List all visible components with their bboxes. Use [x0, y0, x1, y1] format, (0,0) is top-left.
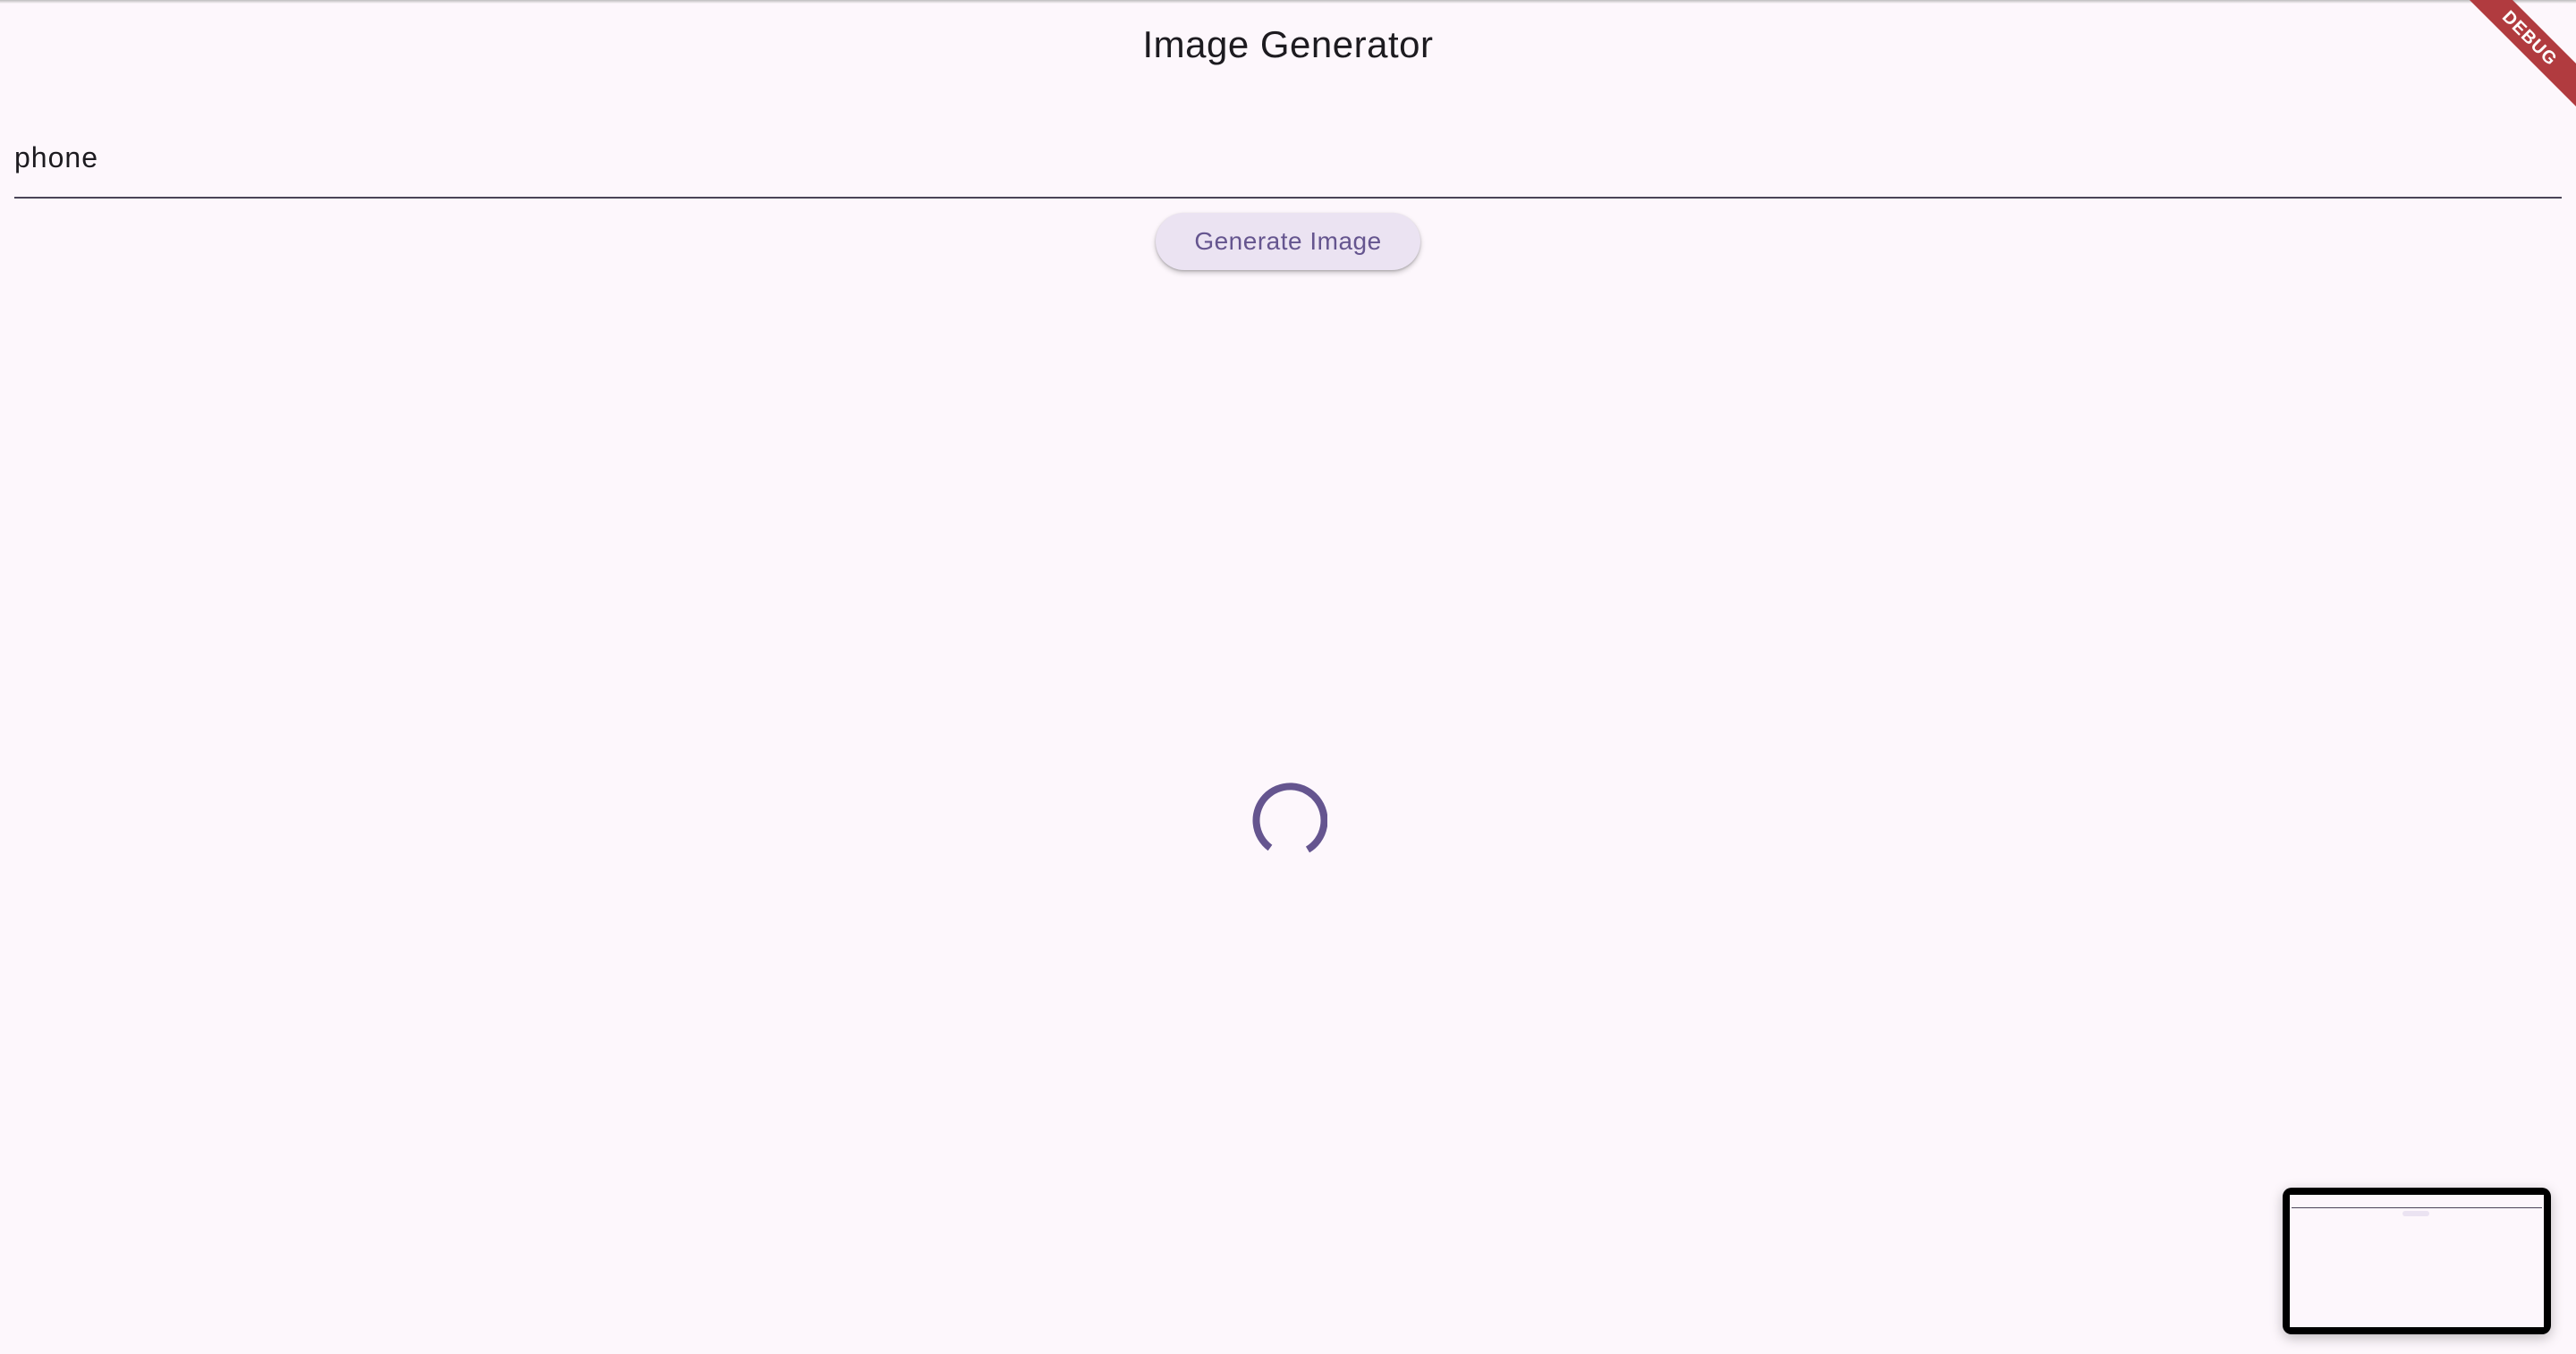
preview-thumbnail-divider — [2292, 1207, 2542, 1208]
progress-spinner-icon — [1252, 783, 1327, 853]
preview-thumbnail[interactable] — [2283, 1188, 2551, 1334]
debug-ribbon-label: DEBUG — [2469, 0, 2576, 107]
debug-banner: DEBUG — [2469, 0, 2576, 107]
preview-thumbnail-button — [2402, 1211, 2429, 1216]
prompt-input[interactable] — [14, 132, 2562, 174]
preview-thumbnail-screen — [2290, 1195, 2544, 1327]
page-title: Image Generator — [1142, 23, 1434, 65]
generate-image-button[interactable]: Generate Image — [1156, 213, 1420, 270]
app-window: Image Generator Generate Image DEBUG — [0, 0, 2576, 1354]
prompt-text-field[interactable] — [14, 132, 2562, 199]
top-shadow-line — [0, 0, 2576, 4]
